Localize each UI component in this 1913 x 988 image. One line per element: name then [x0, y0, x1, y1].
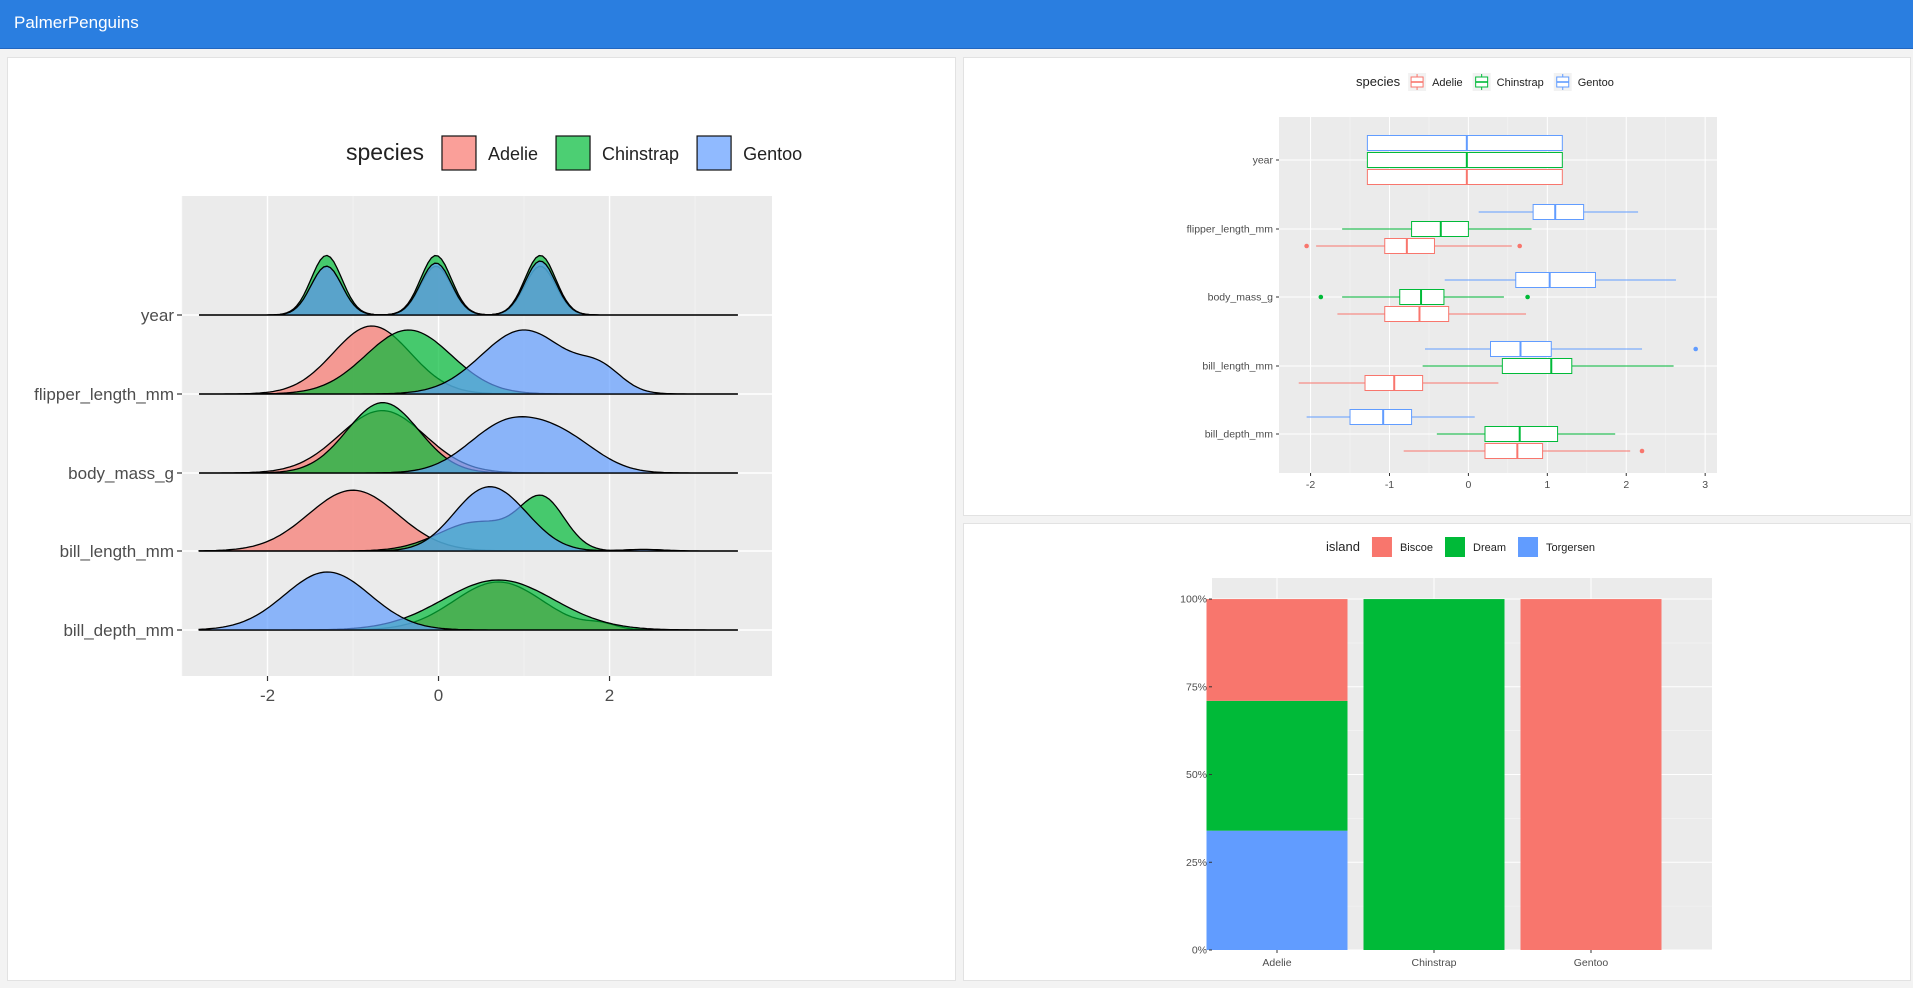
- legend-label-chinstrap: Chinstrap: [1497, 77, 1544, 89]
- y-tick-label: body_mass_g: [68, 464, 174, 483]
- app-title[interactable]: PalmerPenguins: [14, 13, 139, 33]
- x-tick-label: -1: [1385, 479, 1394, 491]
- legend-key-biscoe: [1371, 537, 1392, 557]
- bar-adelie-biscoe: [1206, 599, 1348, 701]
- box-chinstrap-bill-depth-mm: [1484, 426, 1559, 442]
- y-tick-label: flipper_length_mm: [1187, 224, 1274, 236]
- x-tick-label: -2: [1306, 479, 1315, 491]
- x-tick-label: 2: [1623, 479, 1629, 491]
- legend-key-dream: [1445, 537, 1465, 557]
- box-chinstrap-year: [1366, 152, 1563, 168]
- x-tick-label: 3: [1702, 479, 1708, 491]
- box-adelie-flipper-length-mm: [1384, 238, 1435, 254]
- legend-title: species: [1356, 74, 1401, 89]
- y-tick-label: flipper_length_mm: [34, 385, 174, 404]
- x-tick-label: 0: [1465, 479, 1471, 491]
- box-gentoo-body-mass-g: [1515, 272, 1596, 288]
- boxplot-chart: year flipper_length_mm body_mass_g bill_len…: [1187, 73, 1717, 491]
- y-tick-label: 25%: [1186, 857, 1207, 869]
- y-tick-label: year: [141, 306, 174, 325]
- y-tick-label: 0%: [1192, 945, 1207, 957]
- y-tick-label: body_mass_g: [1208, 292, 1274, 304]
- legend-key-adelie: [441, 135, 477, 171]
- x-tick-label: Gentoo: [1574, 957, 1609, 969]
- box-adelie-body-mass-g: [1384, 306, 1450, 322]
- outlier-adelie-flipper-length-mm: [1517, 243, 1523, 249]
- y-tick-label: 100%: [1180, 594, 1207, 606]
- bar-chinstrap-dream: [1363, 599, 1505, 950]
- legend-label-dream: Dream: [1473, 542, 1506, 554]
- legend-key-torgersen: [1518, 537, 1539, 557]
- legend-label-adelie: Adelie: [1432, 77, 1463, 89]
- box-adelie-year: [1366, 169, 1563, 185]
- ridgeline-chart: year flipper_length_mm body_mass_g bill_len…: [34, 135, 802, 705]
- y-tick-label: year: [1253, 155, 1274, 167]
- outlier-gentoo-bill-length-mm: [1693, 346, 1698, 352]
- box-gentoo-year: [1366, 135, 1563, 151]
- outlier-adelie-flipper-length-mm: [1304, 243, 1309, 249]
- x-tick-label: 0: [434, 686, 443, 705]
- y-tick-label: bill_length_mm: [1202, 361, 1273, 373]
- legend-title: island: [1326, 539, 1360, 554]
- ridgeline-panel: year flipper_length_mm body_mass_g bill_len…: [7, 57, 956, 981]
- boxplot-panel: year flipper_length_mm body_mass_g bill_len…: [963, 57, 1911, 516]
- legend-key-gentoo: [696, 135, 732, 171]
- outlier-adelie-bill-depth-mm: [1639, 448, 1645, 454]
- outlier-chinstrap-body-mass-g: [1318, 294, 1324, 300]
- legend-label-adelie: Adelie: [488, 144, 538, 164]
- y-tick-label: 75%: [1186, 681, 1207, 693]
- bar-gentoo-biscoe: [1520, 599, 1662, 950]
- box-gentoo-flipper-length-mm: [1532, 204, 1585, 220]
- bar-adelie-torgersen: [1206, 830, 1348, 950]
- island-bar-panel: Adelie Chinstrap Gentoo 0% 25% 50% 75% 100% isla…: [963, 523, 1911, 981]
- y-tick-label: bill_length_mm: [60, 542, 174, 561]
- legend-key-chinstrap: [555, 135, 591, 171]
- bar-adelie-dream: [1206, 700, 1348, 831]
- legend-label-gentoo: Gentoo: [1578, 77, 1614, 89]
- legend-title: species: [346, 139, 424, 165]
- x-tick-label: 2: [605, 686, 614, 705]
- app-header: PalmerPenguins: [0, 0, 1913, 49]
- legend-label-biscoe: Biscoe: [1400, 542, 1433, 554]
- x-tick-label: -2: [260, 686, 275, 705]
- box-adelie-bill-depth-mm: [1484, 443, 1544, 459]
- y-tick-label: 50%: [1186, 769, 1207, 781]
- y-tick-label: bill_depth_mm: [63, 621, 174, 640]
- legend-label-gentoo: Gentoo: [743, 144, 802, 164]
- y-tick-label: bill_depth_mm: [1205, 429, 1274, 441]
- legend-label-torgersen: Torgersen: [1546, 542, 1595, 554]
- legend-label-chinstrap: Chinstrap: [602, 144, 679, 164]
- island-bar-chart: Adelie Chinstrap Gentoo 0% 25% 50% 75% 100% isla…: [1180, 537, 1712, 969]
- outlier-chinstrap-body-mass-g: [1525, 294, 1530, 300]
- box-gentoo-bill-depth-mm: [1349, 409, 1413, 425]
- x-tick-label: Chinstrap: [1412, 957, 1457, 969]
- x-tick-label: Adelie: [1262, 957, 1291, 969]
- x-tick-label: 1: [1544, 479, 1550, 491]
- box-chinstrap-bill-length-mm: [1501, 358, 1573, 374]
